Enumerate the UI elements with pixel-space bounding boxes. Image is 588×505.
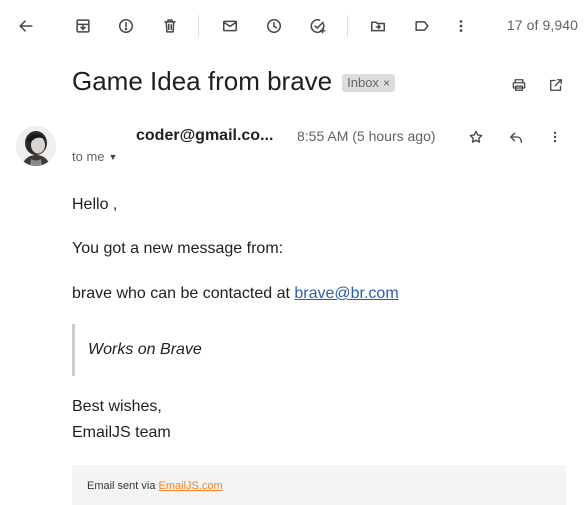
sender-name[interactable]: coder@gmail.co... — [136, 127, 273, 145]
more-vertical-icon[interactable] — [542, 124, 568, 150]
toolbar: 17 of 9,940 — [0, 0, 588, 52]
emailjs-link[interactable]: EmailJS.com — [159, 480, 223, 492]
inbox-label-chip[interactable]: Inbox × — [342, 74, 395, 92]
back-arrow-icon[interactable] — [11, 11, 41, 41]
message-counter: 17 of 9,940 — [506, 17, 578, 33]
delete-icon[interactable] — [155, 11, 185, 41]
mark-unread-icon[interactable] — [215, 11, 245, 41]
move-to-icon[interactable] — [363, 11, 393, 41]
footer-text: Email sent via EmailJS.com — [87, 480, 223, 492]
sender-avatar[interactable] — [16, 126, 56, 166]
report-spam-icon[interactable] — [111, 11, 141, 41]
star-icon[interactable] — [463, 124, 489, 150]
footer-prefix: Email sent via — [87, 480, 159, 492]
add-to-tasks-icon[interactable] — [303, 11, 333, 41]
body-line: You got a new message from: — [72, 240, 284, 257]
more-vertical-icon[interactable] — [446, 11, 476, 41]
snooze-icon[interactable] — [259, 11, 289, 41]
toolbar-divider — [347, 15, 348, 37]
chevron-down-icon: ▼ — [108, 151, 118, 162]
toolbar-divider — [198, 15, 199, 37]
signoff-line: Best wishes, — [72, 398, 162, 415]
contact-line: brave who can be contacted at brave@br.c… — [72, 285, 399, 303]
email-timestamp: 8:55 AM (5 hours ago) — [297, 128, 436, 144]
reply-icon[interactable] — [503, 124, 529, 150]
archive-icon[interactable] — [68, 11, 98, 41]
contact-email-link[interactable]: brave@br.com — [294, 285, 398, 302]
quoted-message: Works on Brave — [88, 341, 202, 358]
remove-label-icon[interactable]: × — [383, 76, 390, 90]
open-new-window-icon[interactable] — [543, 72, 569, 98]
signoff-team: EmailJS team — [72, 424, 171, 441]
blockquote-bar — [72, 324, 75, 376]
contact-line-prefix: brave who can be contacted at — [72, 285, 295, 302]
recipient-text: to me — [72, 149, 105, 164]
label-icon[interactable] — [407, 11, 437, 41]
email-footer: Email sent via EmailJS.com — [72, 465, 566, 505]
label-chip-text: Inbox — [347, 75, 379, 90]
greeting-text: Hello , — [72, 196, 118, 213]
subject-row: Game Idea from brave Inbox × — [72, 66, 395, 97]
email-subject: Game Idea from brave — [72, 66, 333, 96]
print-icon[interactable] — [506, 72, 532, 98]
recipient-details-toggle[interactable]: to me ▼ — [72, 149, 117, 164]
